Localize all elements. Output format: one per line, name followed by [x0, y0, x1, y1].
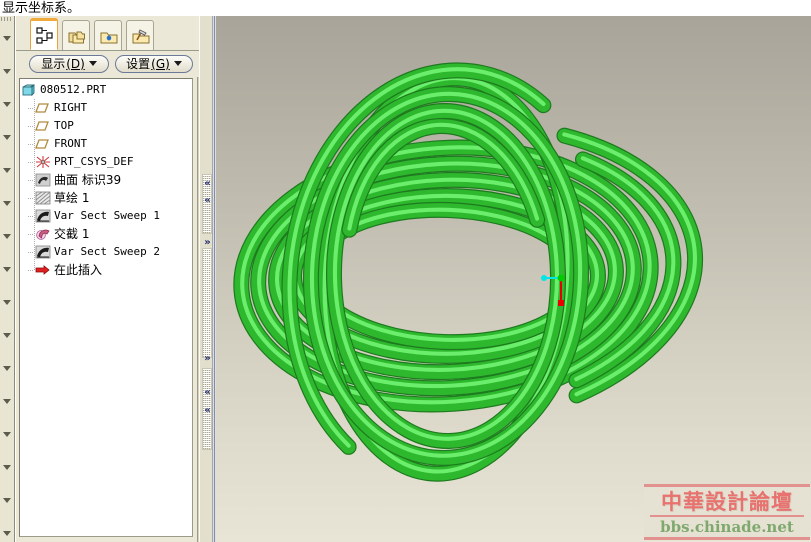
watermark-title: 中華設計論壇 — [661, 490, 793, 514]
chevron-down-icon[interactable] — [3, 267, 11, 272]
tree-branch-tick — [28, 216, 34, 217]
chevron-down-icon[interactable] — [3, 135, 11, 140]
datum-plane-icon — [35, 139, 49, 149]
chevron-down-icon[interactable] — [3, 531, 11, 536]
settings-menu-button[interactable]: 设置(G) — [115, 55, 193, 73]
tree-tab-folder-tools[interactable] — [126, 20, 154, 50]
tree-branch-tick — [28, 126, 34, 127]
sweep-icon — [35, 245, 51, 259]
folder-star-icon — [100, 32, 118, 44]
watermark-rule — [650, 515, 804, 517]
chevron-down-icon[interactable] — [3, 300, 11, 305]
tree-branch-tick — [28, 252, 34, 253]
tree-item-label: TOP — [54, 119, 74, 132]
chevron-down-icon[interactable] — [3, 69, 11, 74]
model-tree-panel: 显示(D) 设置(G) 080512.PRT RIGHT TOP FRONT PRT_CS… — [15, 16, 199, 542]
tree-item-label: Var Sect Sweep 1 — [54, 209, 160, 222]
tree-tab-folder-copy[interactable] — [62, 20, 90, 50]
chevron-down-icon[interactable] — [3, 465, 11, 470]
chevron-down-icon[interactable] — [3, 234, 11, 239]
datum-plane-icon — [35, 103, 49, 113]
splitter-rule — [212, 16, 213, 542]
sketch-icon — [35, 191, 51, 205]
datum-plane-icon — [35, 121, 49, 131]
tree-branch-tick — [28, 198, 34, 199]
menu-button-mnemonic: (D) — [66, 57, 85, 71]
collapsed-toolbar-strip[interactable] — [0, 16, 15, 542]
splitter-grip-1[interactable] — [202, 248, 212, 358]
model-tree-icon — [36, 27, 53, 44]
sweep-icon — [35, 209, 51, 223]
model-tree-list[interactable]: 080512.PRT RIGHT TOP FRONT PRT_CSYS_DEF 曲面 标识… — [19, 78, 193, 537]
caret-down-icon — [173, 61, 182, 66]
tree-item-label: PRT_CSYS_DEF — [54, 155, 134, 168]
menu-button-label: 设置 — [126, 57, 151, 71]
csys-icon — [36, 156, 50, 168]
tree-branch-tick — [28, 162, 34, 163]
tree-tab-model-tree[interactable] — [30, 18, 58, 50]
menu-button-mnemonic: (G) — [151, 57, 170, 71]
tree-tab-folder-star[interactable] — [94, 20, 122, 50]
insert-here-icon — [35, 265, 50, 275]
status-message: 显示坐标系。 — [2, 1, 81, 16]
double-chevron-right-icon[interactable]: » — [203, 238, 212, 248]
3d-model-viewport[interactable]: 中華設計論壇 bbs.chinade.net — [216, 16, 811, 542]
double-chevron-right-icon[interactable]: » — [203, 354, 212, 364]
tree-item-label: FRONT — [54, 137, 88, 150]
tree-branch-tick — [28, 234, 34, 235]
status-bar: 显示坐标系。 — [0, 0, 811, 16]
chevron-down-icon[interactable] — [3, 102, 11, 107]
double-chevron-left-icon[interactable]: « — [203, 179, 212, 189]
display-menu-button[interactable]: 显示(D) — [29, 55, 109, 73]
tree-tab-strip — [16, 16, 199, 50]
chevron-down-icon[interactable] — [3, 498, 11, 503]
chevron-down-icon[interactable] — [3, 366, 11, 371]
menu-button-label: 显示 — [41, 57, 66, 71]
tree-menu-bar: 显示(D) 设置(G) — [16, 50, 199, 77]
panel-splitter[interactable]: « « » » « « — [199, 16, 216, 542]
tree-branch-tick — [28, 108, 34, 109]
double-chevron-left-icon[interactable]: « — [203, 388, 212, 398]
watermark: 中華設計論壇 bbs.chinade.net — [644, 484, 810, 540]
watermark-url: bbs.chinade.net — [660, 518, 794, 536]
chevron-down-icon[interactable] — [3, 432, 11, 437]
chevron-down-icon[interactable] — [3, 333, 11, 338]
tree-branch-tick — [28, 144, 34, 145]
tree-item-label: 草绘 1 — [54, 191, 90, 205]
tree-item-label: 曲面 标识39 — [54, 173, 122, 187]
tree-item-label: 在此插入 — [54, 263, 103, 277]
double-chevron-left-icon[interactable]: « — [203, 196, 212, 206]
strip-grip — [1, 17, 13, 21]
chevron-down-icon[interactable] — [3, 36, 11, 41]
intersect-icon — [36, 229, 50, 240]
caret-down-icon — [88, 61, 97, 66]
chevron-down-icon[interactable] — [3, 168, 11, 173]
double-chevron-left-icon[interactable]: « — [203, 406, 212, 416]
tree-item-label: 交截 1 — [54, 227, 90, 241]
tree-item-label: 080512.PRT — [40, 83, 107, 96]
coil-model-graphic — [233, 62, 704, 482]
chevron-down-icon[interactable] — [3, 399, 11, 404]
tree-item-label: Var Sect Sweep 2 — [54, 245, 160, 258]
tree-branch-tick — [28, 180, 34, 181]
chevron-down-icon[interactable] — [3, 201, 11, 206]
part-icon — [22, 83, 35, 97]
tree-branch-tick — [28, 270, 34, 271]
tree-item-label: RIGHT — [54, 101, 88, 114]
folder-copy-icon — [68, 31, 85, 44]
folder-tools-icon — [132, 29, 150, 44]
surface-icon — [35, 173, 51, 187]
splitter-rule — [214, 16, 215, 542]
